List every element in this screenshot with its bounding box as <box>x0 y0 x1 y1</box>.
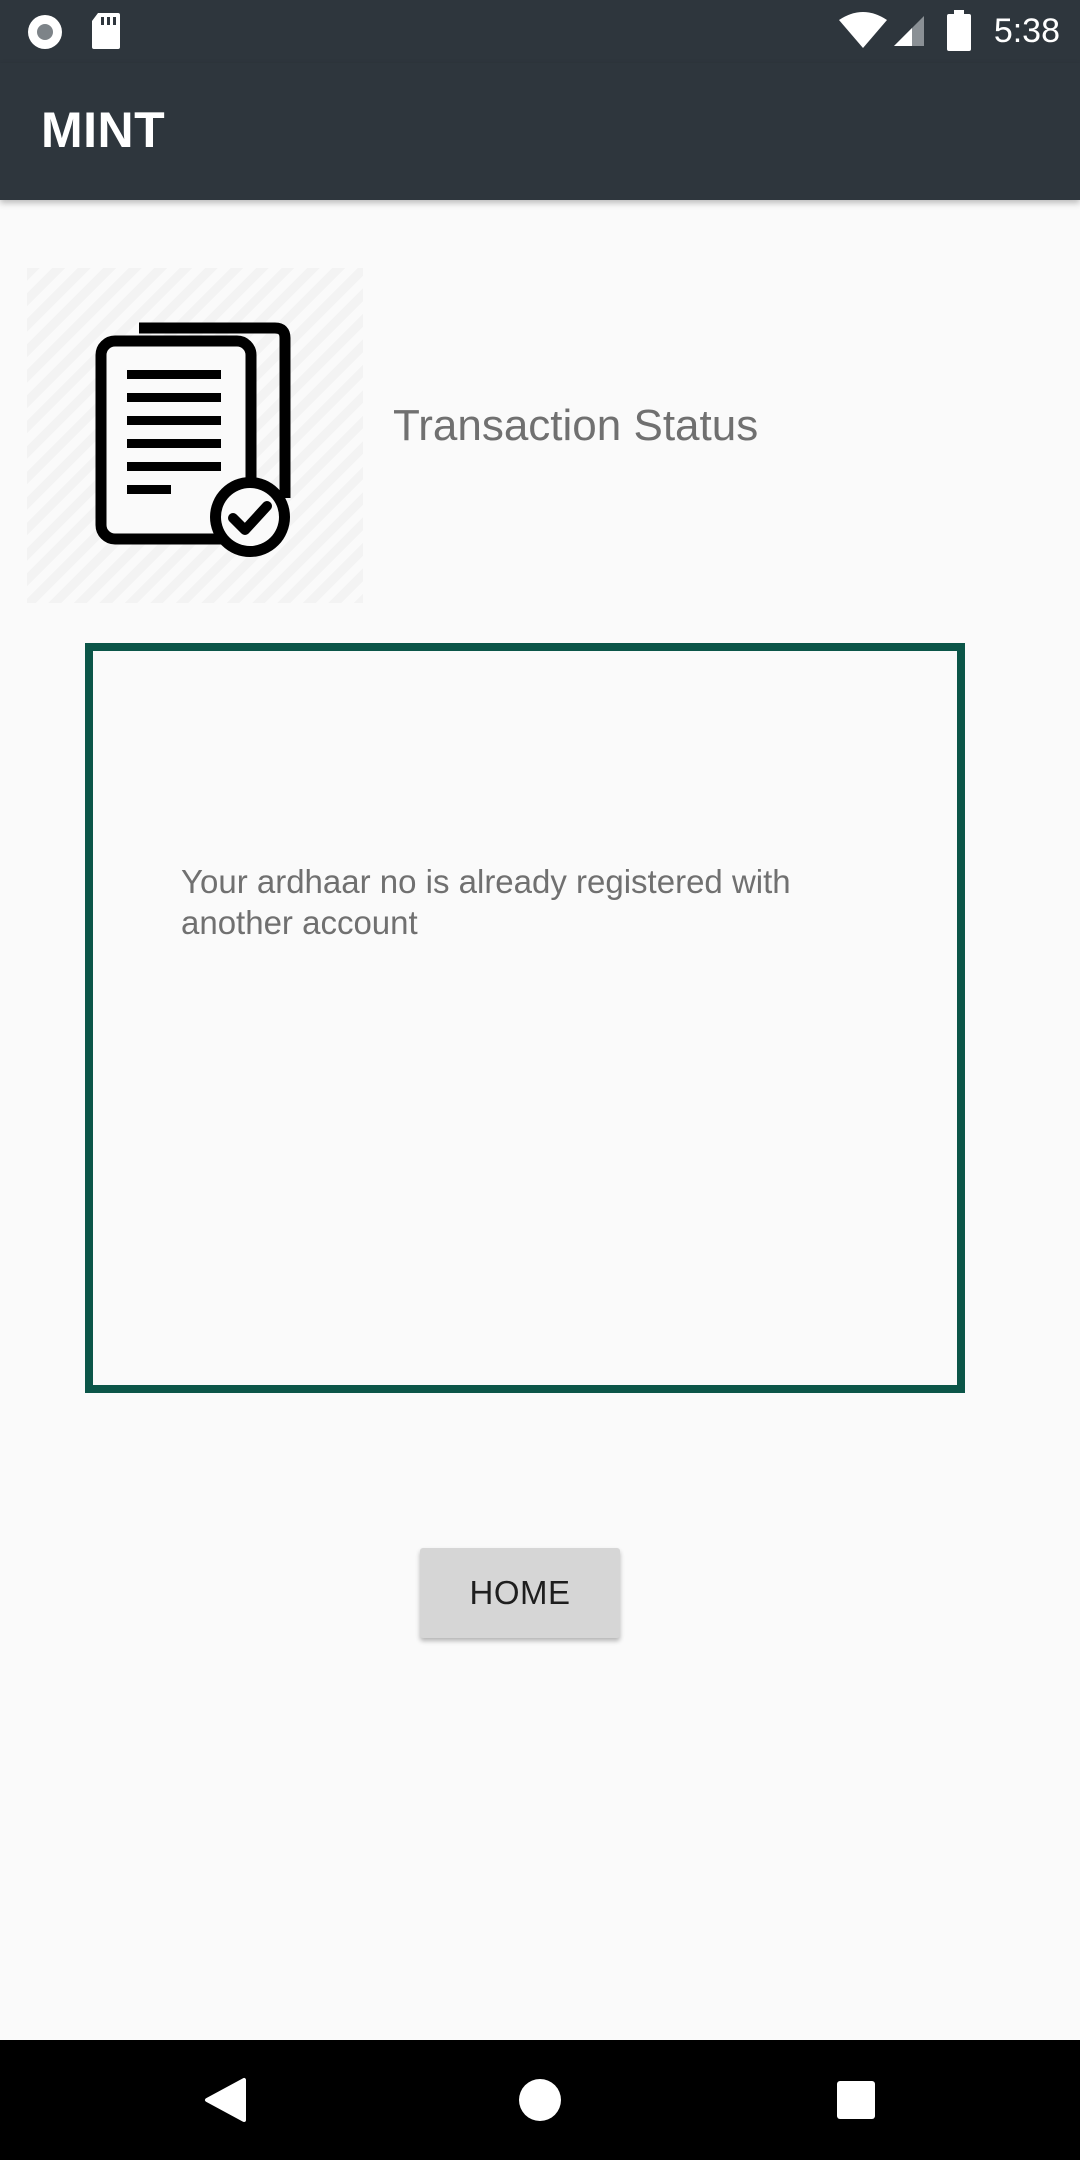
cell-signal-icon <box>894 16 924 46</box>
home-button[interactable]: HOME <box>420 1548 620 1638</box>
message-box: Your ardhaar no is already registered wi… <box>85 643 965 1393</box>
status-bar: 5:38 <box>0 0 1080 63</box>
status-clock: 5:38 <box>993 12 1060 50</box>
record-icon <box>28 15 62 49</box>
status-message: Your ardhaar no is already registered wi… <box>181 863 791 941</box>
app-bar: MINT <box>0 63 1080 200</box>
back-icon[interactable] <box>166 2040 286 2160</box>
transaction-status-title: Transaction Status <box>393 401 759 450</box>
wifi-icon <box>839 12 887 48</box>
sd-card-icon <box>92 13 120 49</box>
battery-icon <box>947 10 971 51</box>
navigation-bar <box>0 2040 1080 2160</box>
home-circle-icon[interactable] <box>480 2040 600 2160</box>
recents-icon[interactable] <box>796 2040 916 2160</box>
app-title: MINT <box>41 102 166 158</box>
document-check-icon <box>95 322 291 557</box>
document-check-image <box>27 268 363 603</box>
